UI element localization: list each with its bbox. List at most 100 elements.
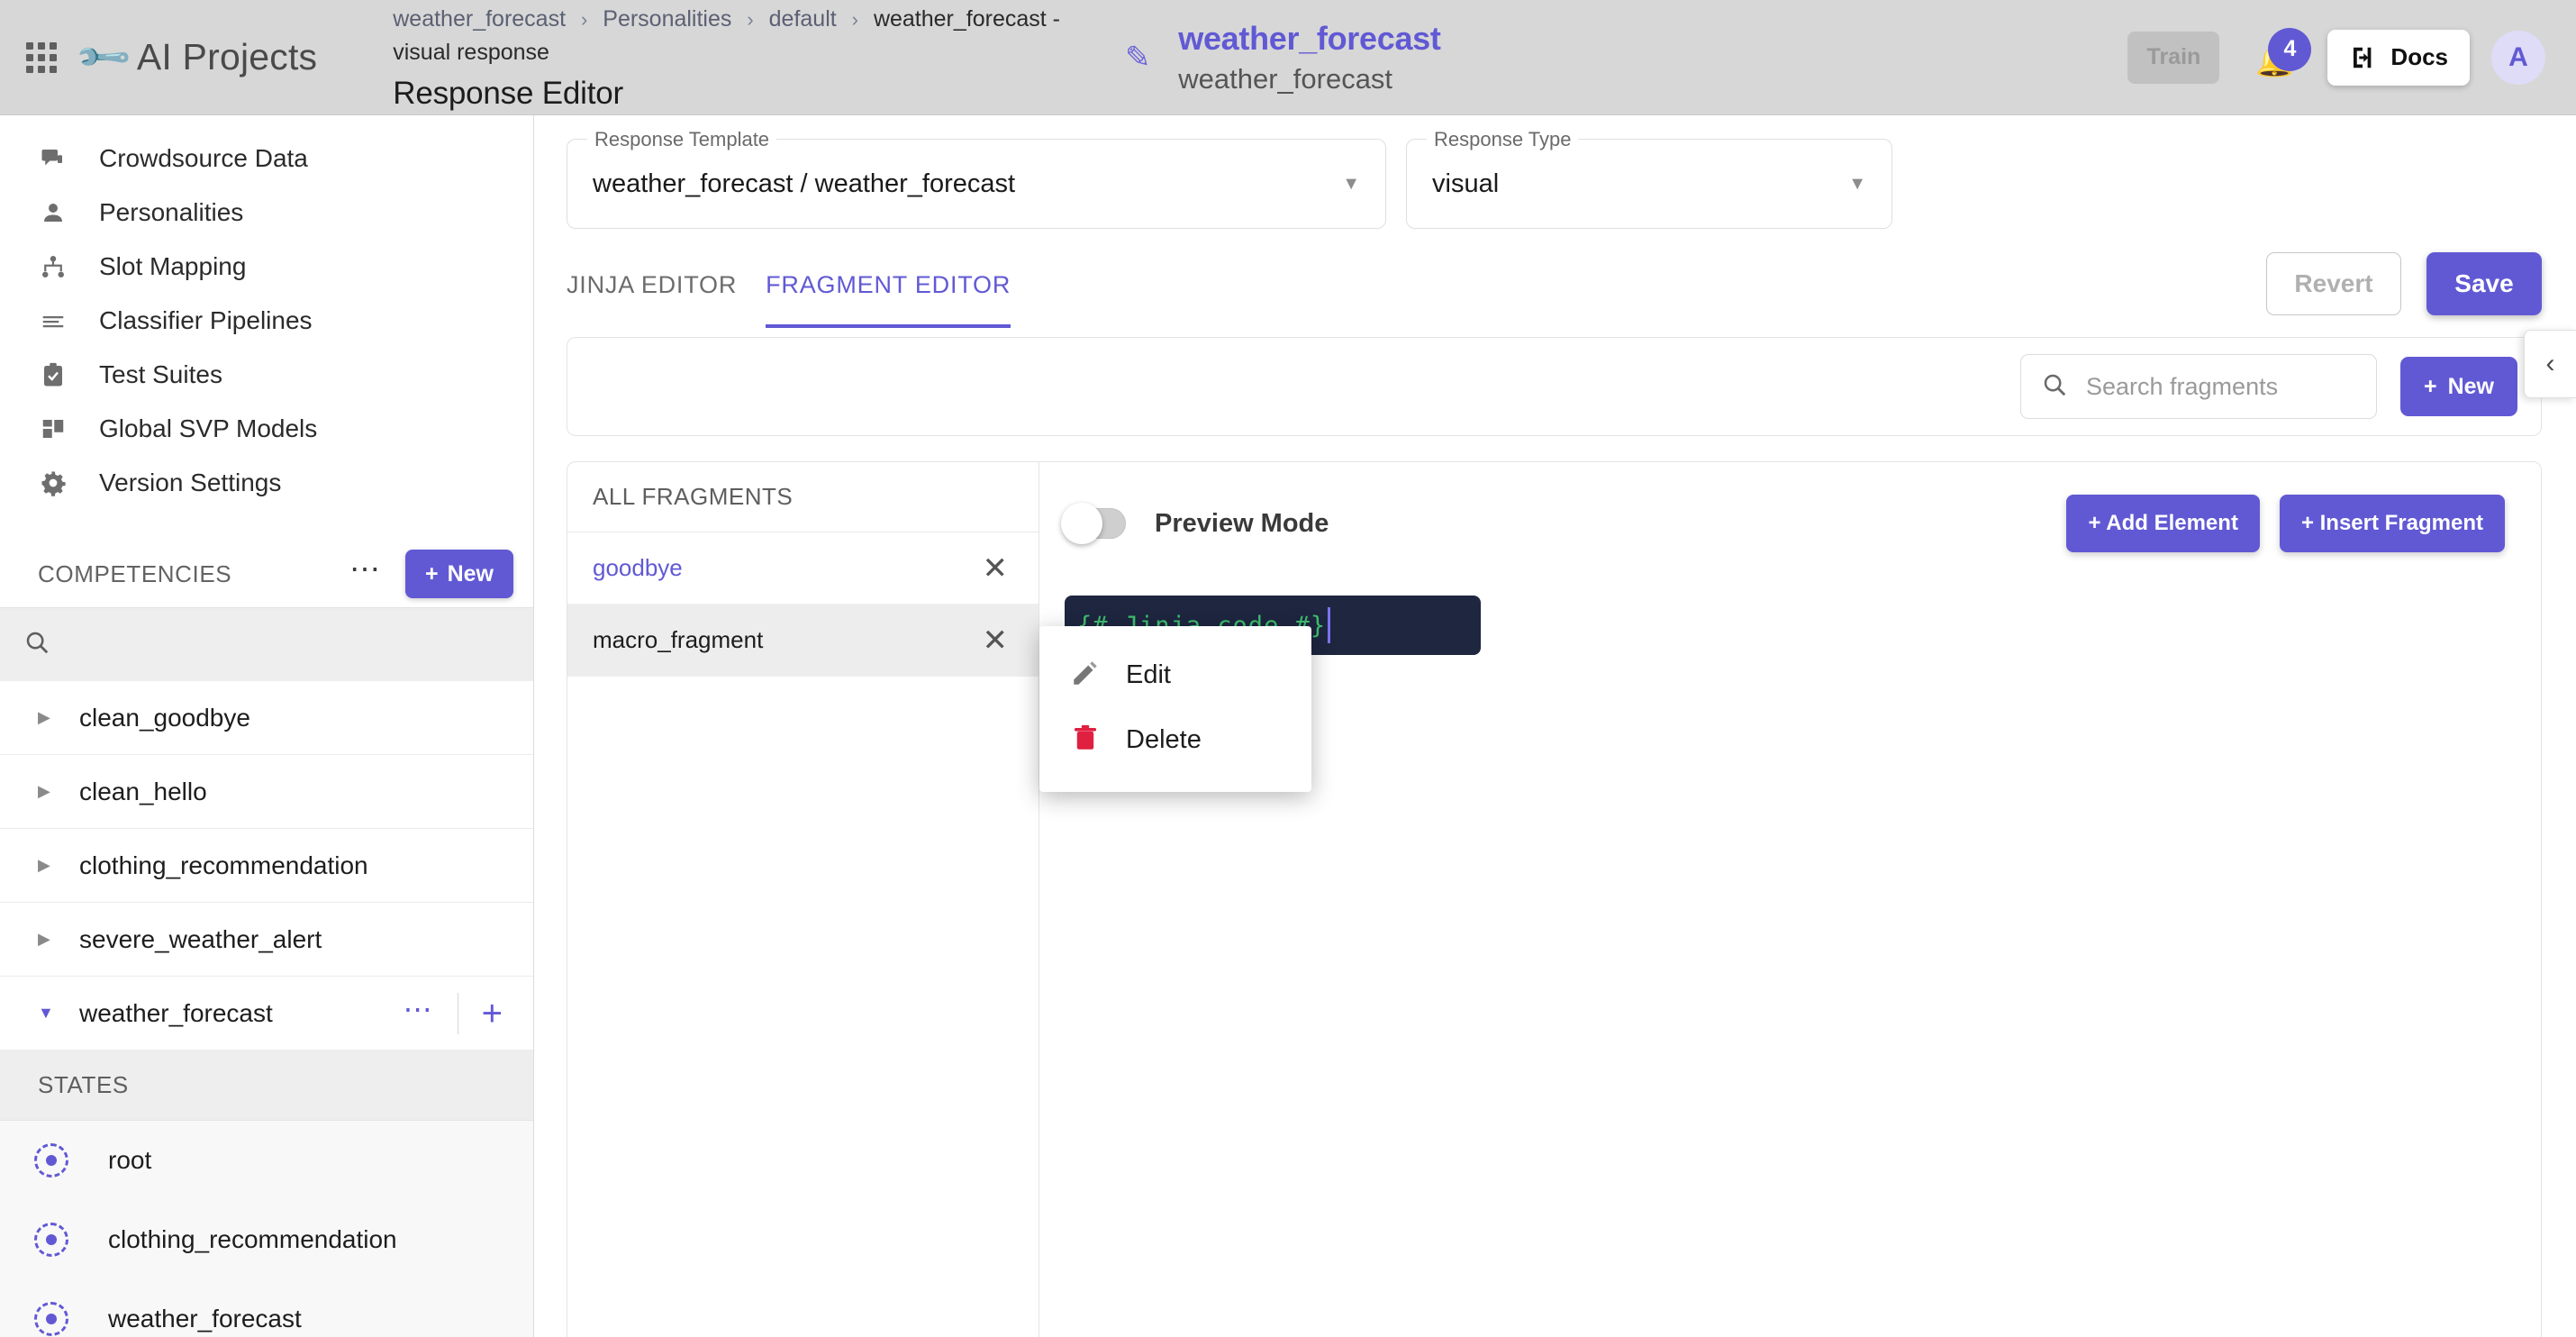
competency-search-input[interactable] <box>0 607 533 681</box>
revert-button[interactable]: Revert <box>2266 252 2401 315</box>
chevron-right-icon[interactable]: ▶ <box>38 782 63 801</box>
avatar[interactable]: A <box>2491 30 2545 85</box>
context-menu: Edit Delete <box>1039 626 1311 792</box>
tab-fragment-editor[interactable]: FRAGMENT EDITOR <box>766 271 1011 328</box>
context-menu-label: Edit <box>1126 659 1171 689</box>
response-template-select[interactable]: Response Template weather_forecast / wea… <box>567 128 1386 229</box>
context-menu-item-edit[interactable]: Edit <box>1039 642 1311 707</box>
sidebar-item-label: Crowdsource Data <box>99 144 308 172</box>
sidebar-item-personalities[interactable]: Personalities <box>0 186 533 240</box>
new-competency-label: New <box>447 560 494 587</box>
states-title: STATES <box>38 1071 129 1098</box>
preview-mode-label: Preview Mode <box>1155 508 1329 538</box>
plus-icon: + <box>2423 373 2437 399</box>
editor-tabs: JINJA EDITOR FRAGMENT EDITOR Revert Save <box>534 229 2576 328</box>
chevron-right-icon[interactable]: ▶ <box>38 708 63 727</box>
sidebar-item-label: Version Settings <box>99 468 282 496</box>
state-row-clothing-recommendation[interactable]: clothing_recommendation <box>0 1200 533 1279</box>
competency-row-clean-hello[interactable]: ▶ clean_hello <box>0 755 533 829</box>
sidebar-item-global-svp-models[interactable]: Global SVP Models <box>0 402 533 456</box>
competencies-title: COMPETENCIES <box>38 559 232 587</box>
new-competency-button[interactable]: + New <box>404 550 513 598</box>
response-type-label: Response Type <box>1427 128 1579 151</box>
fragment-item-goodbye[interactable]: goodbye ✕ <box>567 532 1039 605</box>
response-type-value: visual <box>1432 168 1500 198</box>
entity-subtitle: weather_forecast <box>1178 62 1393 95</box>
plus-icon: + <box>424 560 439 587</box>
top-bar-actions: Train 🔔 4 Docs A <box>2127 26 2576 89</box>
state-row-weather-forecast[interactable]: weather_forecast <box>0 1279 533 1337</box>
new-fragment-label: New <box>2447 373 2494 399</box>
top-bar: 🔧 AI Projects weather_forecast › Persona… <box>0 0 2576 115</box>
states-header: STATES <box>0 1050 533 1121</box>
dashboard-grid-icon <box>38 414 68 444</box>
context-menu-item-delete[interactable]: Delete <box>1039 707 1311 772</box>
search-fragments-input[interactable]: Search fragments <box>2019 354 2377 419</box>
all-fragments-title: ALL FRAGMENTS <box>593 483 794 510</box>
competency-row-clean-goodbye[interactable]: ▶ clean_goodbye <box>0 681 533 755</box>
sidebar: Crowdsource Data Personalities Slot Mapp… <box>0 115 534 1337</box>
insert-fragment-button[interactable]: + Insert Fragment <box>2279 495 2505 552</box>
docs-label: Docs <box>2390 43 2448 70</box>
competency-row-clothing-recommendation[interactable]: ▶ clothing_recommendation <box>0 829 533 903</box>
response-template-value: weather_forecast / weather_forecast <box>593 168 1016 198</box>
sidebar-item-slot-mapping[interactable]: Slot Mapping <box>0 240 533 294</box>
sidebar-item-test-suites[interactable]: Test Suites <box>0 348 533 402</box>
train-button[interactable]: Train <box>2127 31 2220 84</box>
clipboard-check-icon <box>38 359 68 390</box>
competency-row-weather-forecast[interactable]: ▼ weather_forecast ⋯ + <box>0 977 533 1050</box>
close-icon[interactable]: ✕ <box>983 625 1009 656</box>
preview-mode-toggle[interactable] <box>1061 503 1126 544</box>
chevron-right-icon[interactable]: ▶ <box>38 856 63 875</box>
sidebar-item-classifier-pipelines[interactable]: Classifier Pipelines <box>0 294 533 348</box>
editor-toolbar: Preview Mode + Add Element + Insert Frag… <box>1061 495 2505 552</box>
state-label: clothing_recommendation <box>108 1225 397 1253</box>
state-row-root[interactable]: root <box>0 1121 533 1200</box>
competency-row-severe-weather-alert[interactable]: ▶ severe_weather_alert <box>0 903 533 977</box>
notifications[interactable]: 🔔 4 <box>2243 26 2315 89</box>
notification-badge: 4 <box>2268 27 2312 71</box>
state-dot-icon <box>34 1302 68 1336</box>
breadcrumb: weather_forecast › Personalities › defau… <box>393 3 1086 68</box>
canvas-actions: + Add Element + Insert Fragment <box>2066 495 2505 552</box>
close-icon[interactable]: ✕ <box>983 553 1009 584</box>
breadcrumb-item-2[interactable]: default <box>769 6 837 32</box>
chevron-down-icon[interactable]: ▼ <box>38 1004 63 1023</box>
sidebar-item-label: Classifier Pipelines <box>99 306 313 334</box>
save-button[interactable]: Save <box>2426 252 2542 315</box>
response-type-select[interactable]: Response Type visual ▼ <box>1406 128 1892 229</box>
chevron-down-icon: ▼ <box>1848 173 1866 194</box>
fragment-item-macro-fragment[interactable]: macro_fragment ✕ <box>567 605 1039 677</box>
external-link-icon <box>2354 47 2372 68</box>
tab-jinja-editor[interactable]: JINJA EDITOR <box>567 271 737 328</box>
collapse-panel-button[interactable]: ‹ <box>2524 330 2576 398</box>
chevron-right-icon[interactable]: ▶ <box>38 930 63 949</box>
fragment-label: macro_fragment <box>593 626 764 653</box>
lines-icon <box>38 305 68 336</box>
add-state-icon[interactable]: + <box>482 996 503 1032</box>
state-label: root <box>108 1146 152 1174</box>
fragment-search-panel: Search fragments + New <box>567 337 2542 436</box>
fragment-canvas: Preview Mode + Add Element + Insert Frag… <box>1039 462 2541 1337</box>
page-title: Response Editor <box>393 75 624 111</box>
breadcrumb-item-0[interactable]: weather_forecast <box>393 6 566 32</box>
more-horizontal-icon[interactable]: ⋯ <box>349 554 382 587</box>
docs-button[interactable]: Docs <box>2327 29 2470 86</box>
all-fragments-header: ALL FRAGMENTS <box>567 462 1039 532</box>
apps-grid-icon[interactable] <box>23 40 59 76</box>
more-horizontal-icon[interactable]: ⋯ <box>404 995 434 1023</box>
pencil-icon <box>1070 658 1101 693</box>
brand-label: AI Projects <box>136 36 318 77</box>
sidebar-item-crowdsource-data[interactable]: Crowdsource Data <box>0 132 533 186</box>
new-fragment-button[interactable]: + New <box>2399 357 2517 416</box>
breadcrumb-item-1[interactable]: Personalities <box>603 6 731 32</box>
brand[interactable]: 🔧 AI Projects <box>74 27 318 86</box>
breadcrumb-and-title: weather_forecast › Personalities › defau… <box>393 3 1086 112</box>
text-cursor <box>1328 607 1331 643</box>
pencil-icon[interactable]: ✎ <box>1113 33 1162 82</box>
fragment-label: goodbye <box>593 554 683 581</box>
add-element-button[interactable]: + Add Element <box>2066 495 2260 552</box>
fragment-editor-body: ALL FRAGMENTS goodbye ✕ macro_fragment ✕… <box>567 461 2542 1337</box>
sidebar-item-version-settings[interactable]: Version Settings <box>0 456 533 510</box>
state-dot-icon <box>34 1223 68 1257</box>
